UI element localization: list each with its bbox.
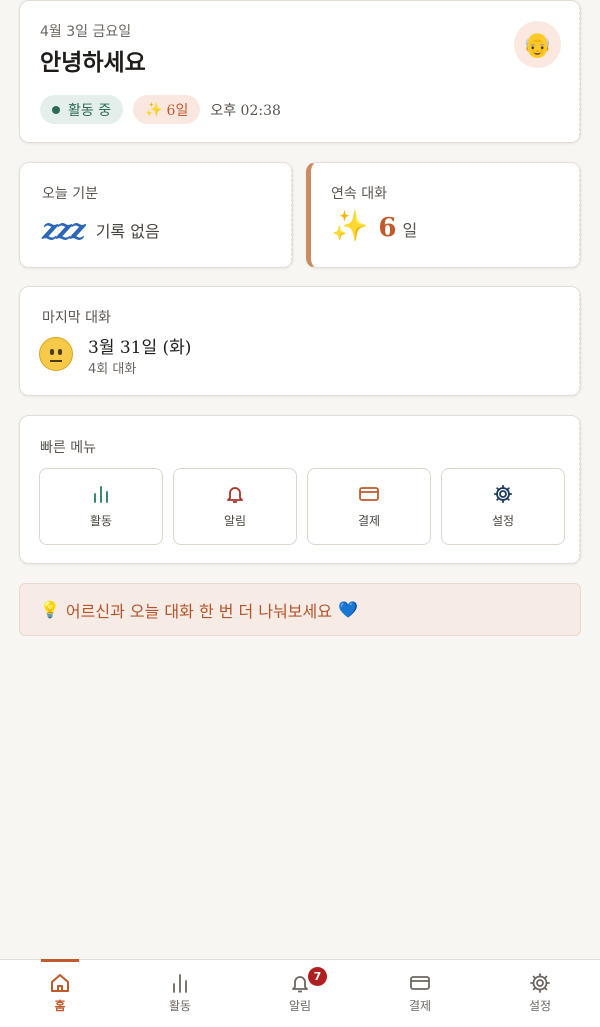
quick-activity-label: 활동	[89, 514, 113, 528]
quick-settings-button[interactable]: 설정	[441, 468, 565, 545]
last-conversation-date: 3월 31일 (화)	[88, 338, 192, 358]
streak-count: 6	[378, 213, 397, 243]
bar-chart-icon	[173, 974, 187, 993]
nav-alerts-label: 알림	[288, 999, 312, 1013]
quick-payment-button[interactable]: 결제	[307, 468, 431, 545]
streak-card[interactable]: 연속 대화 ✨ 6 일	[306, 162, 581, 268]
mood-value: 기록 없음	[95, 221, 160, 241]
mood-card[interactable]: 오늘 기분 zzz 기록 없음	[19, 162, 293, 268]
quick-menu-card: 빠른 메뉴 활동 알림 결제 설정	[19, 415, 581, 564]
nav-settings[interactable]: 설정	[480, 960, 600, 1027]
lightbulb-icon: 💡	[40, 600, 60, 619]
status-badge-label: 활동 중	[68, 102, 112, 119]
tip-text: 어르신과 오늘 대화 한 번 더 나눠보세요	[65, 601, 332, 621]
streak-unit: 일	[402, 221, 418, 240]
nav-payment-label: 결제	[408, 999, 432, 1013]
streak-badge-label: 6일	[166, 102, 189, 119]
credit-card-icon	[410, 976, 430, 990]
gear-icon	[530, 973, 550, 993]
quick-activity-button[interactable]: 활동	[39, 468, 163, 545]
status-badge: 활동 중	[40, 95, 124, 124]
nav-activity[interactable]: 활동	[120, 960, 240, 1027]
elderly-person-icon: 👴	[522, 30, 553, 59]
quick-payment-label: 결제	[357, 514, 381, 528]
nav-alerts[interactable]: 7 알림	[240, 960, 360, 1027]
nav-activity-label: 활동	[168, 999, 192, 1013]
quick-alerts-label: 알림	[223, 514, 247, 528]
avatar[interactable]: 👴	[514, 21, 561, 68]
nav-settings-label: 설정	[528, 999, 552, 1013]
nav-home-label: 홈	[54, 999, 66, 1013]
active-dot-icon	[52, 105, 60, 114]
gear-icon	[493, 484, 513, 504]
zzz-sleep-icon: zzz	[42, 213, 86, 246]
credit-card-icon	[359, 487, 379, 501]
last-conversation-count: 4회 대화	[88, 362, 137, 377]
bottom-nav: 홈 활동 7 알림 결제 설정	[0, 959, 600, 1027]
greeting-card: 4월 3일 금요일 안녕하세요 👴 활동 중 ✨ 6일 오후 02:38	[19, 0, 581, 143]
quick-settings-label: 설정	[491, 514, 515, 528]
nav-home[interactable]: 홈	[0, 959, 120, 1027]
neutral-face-icon	[39, 337, 73, 371]
last-conversation-card[interactable]: 마지막 대화 3월 31일 (화) 4회 대화	[19, 286, 581, 396]
nav-payment[interactable]: 결제	[360, 960, 480, 1027]
tip-banner: 💡 어르신과 오늘 대화 한 번 더 나눠보세요 💙	[19, 583, 581, 636]
sparkles-icon: ✨	[145, 101, 163, 118]
sparkles-icon: ✨	[331, 209, 369, 244]
last-conversation-label: 마지막 대화	[42, 310, 111, 326]
blue-heart-icon: 💙	[337, 600, 358, 619]
bar-chart-icon	[94, 486, 108, 503]
date-label: 4월 3일 금요일	[40, 24, 132, 40]
streak-badge: ✨ 6일	[133, 95, 201, 124]
home-icon	[51, 974, 69, 992]
status-row: 활동 중 ✨ 6일 오후 02:38	[40, 95, 281, 124]
alerts-count-badge: 7	[308, 967, 327, 986]
quick-alerts-button[interactable]: 알림	[173, 468, 297, 545]
quick-menu-title: 빠른 메뉴	[40, 440, 96, 456]
streak-label: 연속 대화	[331, 186, 387, 202]
greeting-title: 안녕하세요	[40, 50, 146, 76]
mood-label: 오늘 기분	[42, 186, 98, 202]
bell-icon	[227, 487, 243, 503]
current-time: 오후 02:38	[210, 102, 281, 119]
